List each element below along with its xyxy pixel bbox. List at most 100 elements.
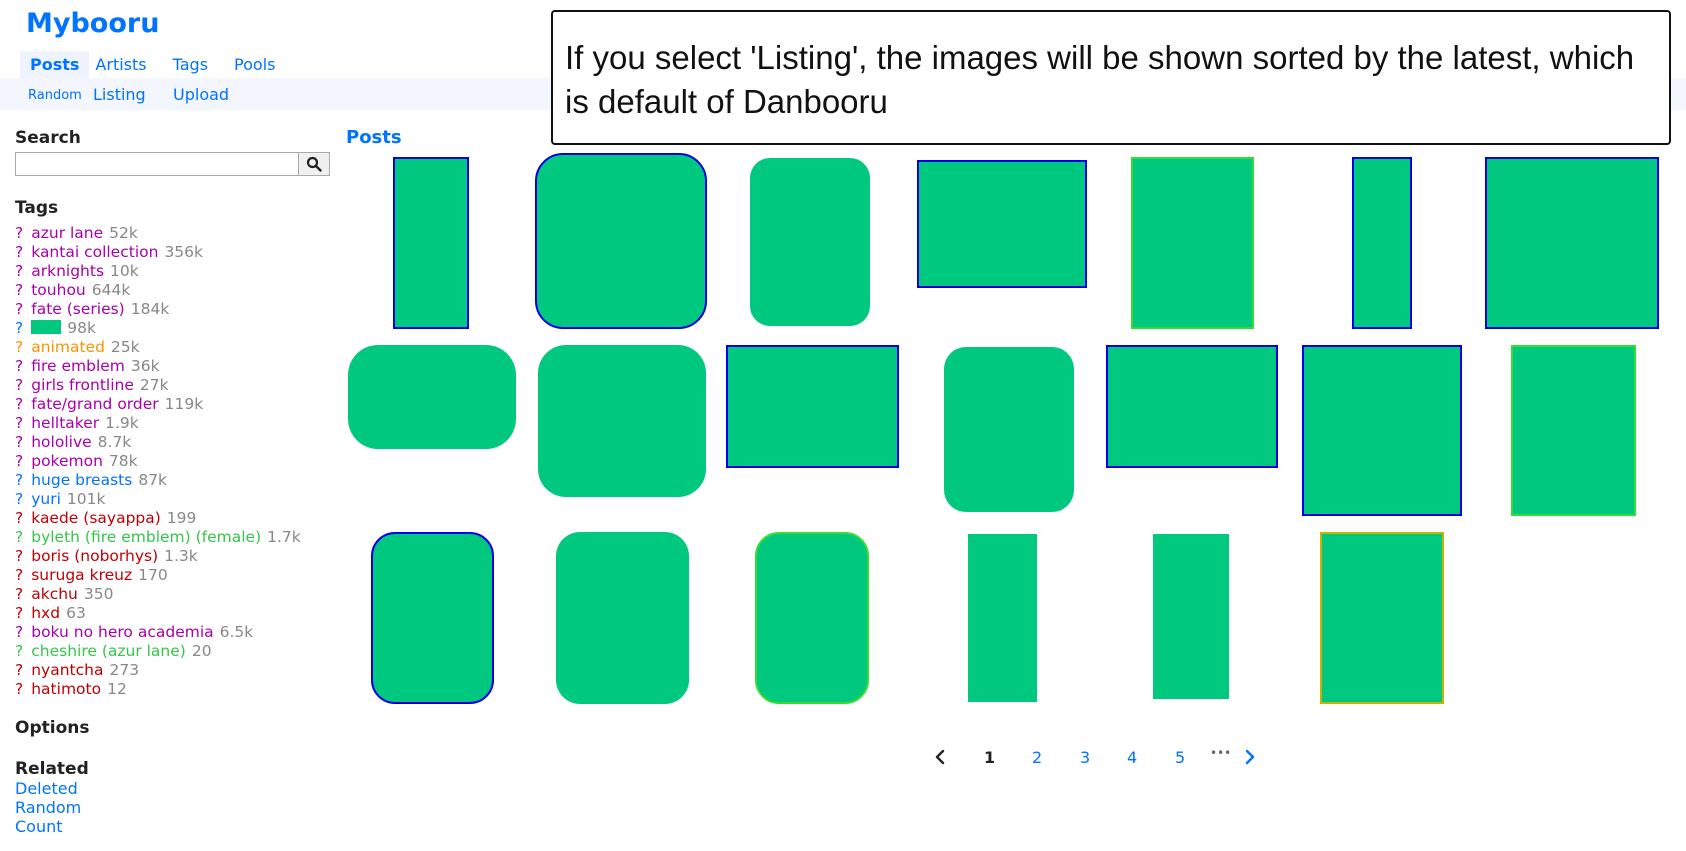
search-input[interactable]: [15, 152, 298, 176]
tag-list-item: ? animated 25k: [15, 338, 335, 357]
tag-search-link[interactable]: fate/grand order: [31, 395, 158, 413]
tag-wiki-link[interactable]: ?: [15, 661, 23, 679]
tag-search-link[interactable]: nyantcha: [31, 661, 103, 679]
post-thumbnail[interactable]: [556, 532, 689, 704]
tag-search-link[interactable]: akchu: [31, 585, 78, 603]
tag-wiki-link[interactable]: ?: [15, 452, 23, 470]
tag-post-count: 184k: [130, 300, 170, 318]
tag-search-link[interactable]: [31, 319, 62, 337]
post-thumbnail[interactable]: [371, 532, 494, 704]
tag-wiki-link[interactable]: ?: [15, 224, 23, 242]
tag-wiki-link[interactable]: ?: [15, 376, 23, 394]
nav-posts[interactable]: Posts: [20, 50, 90, 78]
page-link-4[interactable]: 4: [1127, 748, 1137, 767]
tag-wiki-link[interactable]: ?: [15, 547, 23, 565]
tag-search-link[interactable]: arknights: [31, 262, 104, 280]
tag-list-item: ? boku no hero academia 6.5k: [15, 623, 335, 642]
post-thumbnail[interactable]: [1352, 157, 1412, 329]
tag-wiki-link[interactable]: ?: [15, 604, 23, 622]
post-thumbnail[interactable]: [393, 157, 469, 329]
tag-wiki-link[interactable]: ?: [15, 357, 23, 375]
tag-search-link[interactable]: kaede (sayappa): [31, 509, 161, 527]
tag-wiki-link[interactable]: ?: [15, 300, 23, 318]
tag-search-link[interactable]: animated: [31, 338, 105, 356]
tag-wiki-link[interactable]: ?: [15, 490, 23, 508]
post-thumbnail[interactable]: [1302, 345, 1462, 516]
page-link-1[interactable]: 1: [984, 748, 995, 767]
tag-search-link[interactable]: fate (series): [31, 300, 125, 318]
post-thumbnail[interactable]: [1511, 345, 1636, 516]
tag-search-link[interactable]: cheshire (azur lane): [31, 642, 186, 660]
tag-wiki-link[interactable]: ?: [15, 585, 23, 603]
tag-wiki-link[interactable]: ?: [15, 262, 23, 280]
tag-wiki-link[interactable]: ?: [15, 433, 23, 451]
tag-search-link[interactable]: touhou: [31, 281, 86, 299]
tag-wiki-link[interactable]: ?: [15, 281, 23, 299]
tag-search-link[interactable]: fire emblem: [31, 357, 125, 375]
tag-wiki-link[interactable]: ?: [15, 319, 23, 337]
tag-wiki-link[interactable]: ?: [15, 566, 23, 584]
post-thumbnail[interactable]: [1106, 345, 1278, 468]
tag-wiki-link[interactable]: ?: [15, 338, 23, 356]
next-page-button[interactable]: [1244, 748, 1256, 770]
tag-list-item: ? touhou 644k: [15, 281, 335, 300]
subnav-random[interactable]: Random: [28, 88, 82, 103]
tag-post-count: 8.7k: [97, 433, 132, 451]
related-random-link[interactable]: Random: [15, 798, 335, 817]
page-link-2[interactable]: 2: [1032, 748, 1042, 767]
related-deleted-link[interactable]: Deleted: [15, 779, 335, 798]
tag-search-link[interactable]: boris (noborhys): [31, 547, 158, 565]
site-logo[interactable]: Mybooru: [26, 8, 159, 39]
tag-wiki-link[interactable]: ?: [15, 509, 23, 527]
nav-pools[interactable]: Pools: [234, 55, 275, 74]
tag-search-link[interactable]: huge breasts: [31, 471, 132, 489]
tag-wiki-link[interactable]: ?: [15, 243, 23, 261]
tag-search-link[interactable]: byleth (fire emblem) (female): [31, 528, 261, 546]
tag-search-link[interactable]: yuri: [31, 490, 61, 508]
annotation-callout: If you select 'Listing', the images will…: [551, 10, 1671, 145]
tag-wiki-link[interactable]: ?: [15, 528, 23, 546]
tag-wiki-link[interactable]: ?: [15, 414, 23, 432]
related-count-link[interactable]: Count: [15, 817, 335, 836]
page-link-3[interactable]: 3: [1080, 748, 1090, 767]
post-thumbnail[interactable]: [968, 534, 1037, 702]
post-thumbnail[interactable]: [1131, 157, 1254, 329]
tag-list-item: ? girls frontline 27k: [15, 376, 335, 395]
tag-search-link[interactable]: pokemon: [31, 452, 103, 470]
post-thumbnail[interactable]: [1485, 157, 1659, 329]
post-thumbnail[interactable]: [755, 532, 869, 704]
post-thumbnail[interactable]: [726, 345, 899, 468]
tag-search-link[interactable]: hatimoto: [31, 680, 101, 698]
page-link-5[interactable]: 5: [1175, 748, 1185, 767]
tag-wiki-link[interactable]: ?: [15, 471, 23, 489]
tag-search-link[interactable]: kantai collection: [31, 243, 158, 261]
chevron-right-icon: [1245, 749, 1255, 765]
post-thumbnail[interactable]: [1320, 532, 1444, 704]
subnav-listing[interactable]: Listing: [93, 85, 146, 104]
post-thumbnail[interactable]: [944, 347, 1074, 512]
post-thumbnail[interactable]: [750, 158, 870, 326]
tag-search-link[interactable]: azur lane: [31, 224, 103, 242]
tag-wiki-link[interactable]: ?: [15, 680, 23, 698]
options-heading[interactable]: Options: [15, 718, 335, 738]
tag-search-link[interactable]: hololive: [31, 433, 91, 451]
tag-post-count: 63: [66, 604, 86, 622]
post-thumbnail[interactable]: [538, 345, 706, 497]
tag-search-link[interactable]: suruga kreuz: [31, 566, 132, 584]
tag-wiki-link[interactable]: ?: [15, 623, 23, 641]
subnav-upload[interactable]: Upload: [173, 85, 229, 104]
post-thumbnail[interactable]: [535, 153, 707, 329]
prev-page-button[interactable]: [934, 748, 946, 770]
search-button[interactable]: [298, 152, 330, 176]
tag-search-link[interactable]: hxd: [31, 604, 60, 622]
tag-wiki-link[interactable]: ?: [15, 642, 23, 660]
post-thumbnail[interactable]: [917, 160, 1087, 288]
nav-artists[interactable]: Artists: [95, 55, 146, 74]
post-thumbnail[interactable]: [1153, 534, 1229, 699]
tag-search-link[interactable]: girls frontline: [31, 376, 134, 394]
tag-wiki-link[interactable]: ?: [15, 395, 23, 413]
tag-search-link[interactable]: helltaker: [31, 414, 99, 432]
tag-search-link[interactable]: boku no hero academia: [31, 623, 213, 641]
nav-tags[interactable]: Tags: [173, 55, 208, 74]
post-thumbnail[interactable]: [348, 345, 516, 449]
